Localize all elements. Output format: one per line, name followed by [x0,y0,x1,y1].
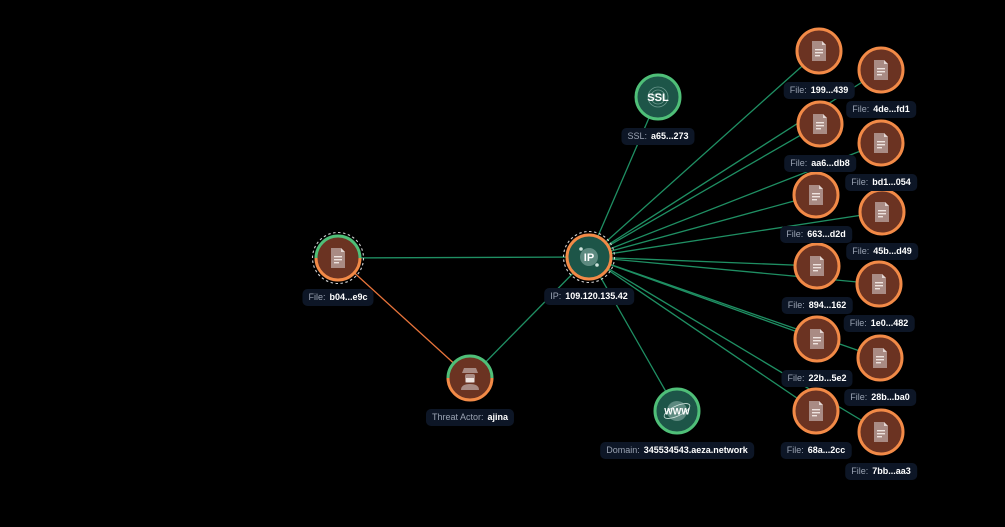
node-label-key: File: [787,300,805,310]
node-label-value: 68a...2cc [807,445,846,455]
node-label-key: File: [849,318,867,328]
svg-text:WWW: WWW [664,407,690,417]
node-label[interactable]: File: 663...d2d [780,226,852,243]
node-label-key: File: [787,373,805,383]
file-node[interactable] [795,27,843,75]
node-label-key: File: [851,177,869,187]
node-label-key: File: [786,445,804,455]
node-label-key: File: [851,466,869,476]
document-icon [873,348,887,368]
node-label-key: File: [789,85,807,95]
file-node[interactable] [856,334,904,382]
node-label[interactable]: File: 22b...5e2 [781,370,853,387]
node-label-value: b04...e9c [329,292,368,302]
svg-text:SSL: SSL [647,92,669,104]
file-node[interactable] [855,260,903,308]
file-node[interactable] [857,46,905,94]
node-label[interactable]: File: 45b...d49 [846,243,918,260]
node-label[interactable]: SSL: a65...273 [621,128,695,145]
node-label-value: 1e0...482 [870,318,909,328]
node-label-value: 4de...fd1 [873,104,910,114]
node-label[interactable]: File: aa6...db8 [784,155,856,172]
node-label-value: 894...162 [808,300,847,310]
file-node[interactable] [793,315,841,363]
document-icon [809,401,823,421]
file-node[interactable] [793,242,841,290]
node-label-key: Threat Actor: [431,412,484,422]
edge-ip-f894 [588,256,818,267]
node-label-key: IP: [550,291,562,301]
file-node[interactable] [792,171,840,219]
file-node[interactable] [858,188,906,236]
svg-text:IP: IP [584,252,594,264]
relationship-graph[interactable]: IP SSL WWW [0,0,1005,527]
edge-ip-f68a [588,256,817,412]
node-label-key: File: [852,104,870,114]
node-label-key: Domain: [606,445,640,455]
document-icon [874,133,888,153]
file-node[interactable] [311,231,365,285]
node-label-value: 345534543.aeza.network [643,445,748,455]
node-label-value: 663...d2d [807,229,846,239]
node-label-value: 45b...d49 [873,246,912,256]
node-label[interactable]: File: 4de...fd1 [846,101,916,118]
node-label[interactable]: IP: 109.120.135.42 [544,288,634,305]
node-label[interactable]: File: 28b...ba0 [844,389,916,406]
document-icon [874,60,888,80]
node-label-value: 199...439 [810,85,849,95]
document-icon [874,422,888,442]
node-label-value: 109.120.135.42 [565,291,628,301]
document-icon [875,202,889,222]
document-icon [810,256,824,276]
node-label-value: bd1...054 [872,177,911,187]
document-icon [809,185,823,205]
node-label-key: SSL: [627,131,647,141]
node-label[interactable]: File: 1e0...482 [843,315,915,332]
file-node[interactable] [857,408,905,456]
node-label-key: File: [786,229,804,239]
node-label[interactable]: Threat Actor: ajina [425,409,515,426]
node-label-value: a65...273 [650,131,689,141]
edge-actor-ip [469,256,590,379]
node-label-key: File: [850,392,868,402]
ssl-node[interactable]: SSL [634,73,682,121]
node-label-key: File: [790,158,808,168]
node-label[interactable]: File: bd1...054 [845,174,917,191]
document-icon [872,274,886,294]
node-label-value: aa6...db8 [811,158,850,168]
node-label-value: ajina [487,412,509,422]
node-label[interactable]: File: 894...162 [781,297,853,314]
node-label-value: 22b...5e2 [808,373,847,383]
node-label[interactable]: File: 68a...2cc [780,442,852,459]
node-label[interactable]: File: 7bb...aa3 [845,463,917,480]
file-node[interactable] [796,100,844,148]
node-label-value: 7bb...aa3 [872,466,911,476]
domain-node[interactable]: WWW [653,387,701,435]
file-node[interactable] [792,387,840,435]
file-node[interactable] [857,119,905,167]
edge-ip-ssl [588,96,659,258]
document-icon [812,41,826,61]
edge-ip-domain [588,256,678,412]
node-label-key: File: [308,292,326,302]
threat-actor-node[interactable] [446,354,494,402]
node-label[interactable]: File: 199...439 [783,82,855,99]
node-label[interactable]: Domain: 345534543.aeza.network [600,442,754,459]
document-icon [810,329,824,349]
node-label-key: File: [852,246,870,256]
edge-file_b04-ip [337,256,590,259]
node-label[interactable]: File: b04...e9c [302,289,374,306]
node-label-value: 28b...ba0 [871,392,910,402]
document-icon [331,248,345,268]
edge-file_b04-actor [337,257,471,379]
document-icon [813,114,827,134]
